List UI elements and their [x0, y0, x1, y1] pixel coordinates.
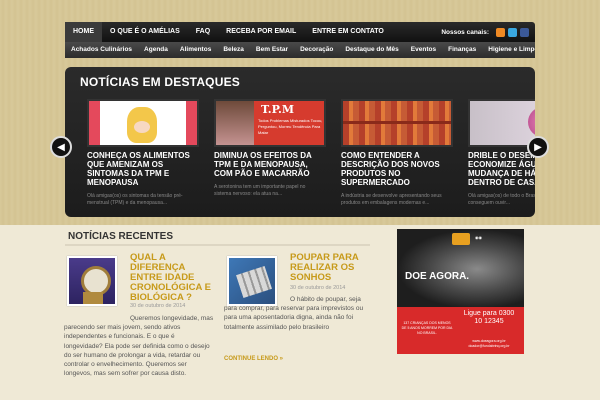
nav-entre-em-contato[interactable]: ENTRE EM CONTATO [304, 22, 392, 42]
facebook-icon[interactable] [520, 27, 529, 37]
post-date: 30 de outubro de 2014 [290, 285, 346, 291]
slide-title[interactable]: COMO ENTENDER A DESCRIÇÃO DOS NOVOS PROD… [341, 151, 453, 187]
slide-title[interactable]: CONHEÇA OS ALIMENTOS QUE AMENIZAM OS SIN… [87, 151, 199, 187]
category-eventos[interactable]: Eventos [405, 42, 442, 58]
featured-title: NOTÍCIAS EM DESTAQUES [80, 75, 240, 89]
category-bem-estar[interactable]: Bem Estar [250, 42, 294, 58]
slide-excerpt: Olá amigas(os) de todo o Brasil, não con… [468, 193, 535, 206]
post-excerpt: O hábito de poupar, seja para comprar, p… [224, 296, 364, 331]
nav-o-que-e-o-amelias[interactable]: O QUE É O AMÉLIAS [102, 22, 188, 42]
section-divider [65, 244, 370, 246]
sidebar-ad-banner[interactable]: ◉◉ DOE AGORA. Ligue para 0300 10 12345 1… [397, 229, 524, 354]
slide-thumbnail[interactable] [87, 99, 199, 147]
tpm-lines: Todos Problemas Misturados Tocou, Pergun… [258, 118, 323, 135]
category-beleza[interactable]: Beleza [217, 42, 250, 58]
slide-excerpt: A serotonina tem um importante papel no … [214, 184, 306, 197]
slide-thumbnail[interactable] [468, 99, 535, 147]
social-label: Nossos canais: [441, 28, 489, 36]
category-alimentos[interactable]: Alimentos [174, 42, 217, 58]
tpm-heading: T.P.M [261, 103, 295, 116]
arrow-left-icon: ◀ [57, 141, 65, 153]
ad-small-text: 137 CRIANÇAS DOS MENOS DE 5 ANOS MORREM … [401, 321, 453, 335]
fundacao-abrinq-logo [452, 233, 470, 245]
post-title[interactable]: POUPAR PARA REALIZAR OS SONHOS [290, 253, 362, 283]
category-agenda[interactable]: Agenda [138, 42, 174, 58]
featured-slides: CONHEÇA OS ALIMENTOS QUE AMENIZAM OS SIN… [87, 99, 535, 211]
category-achados-culinarios[interactable]: Achados Culinários [65, 42, 138, 58]
featured-slide[interactable]: T.P.M Todos Problemas Misturados Tocou, … [214, 99, 332, 211]
rss-icon[interactable] [496, 27, 505, 37]
cartoon-face-image [127, 107, 157, 143]
category-nav: Achados Culinários Agenda Alimentos Bele… [65, 42, 535, 58]
featured-slide[interactable]: CONHEÇA OS ALIMENTOS QUE AMENIZAM OS SIN… [87, 99, 205, 211]
post-thumbnail-clock[interactable] [67, 256, 117, 306]
arrow-right-icon: ▶ [534, 141, 542, 153]
ad-call-to-action: Ligue para 0300 10 12345 [463, 310, 515, 325]
slide-title[interactable]: DIMINUA OS EFEITOS DA TPM E DA MENOPAUSA… [214, 151, 326, 178]
slide-thumbnail[interactable] [341, 99, 453, 147]
post-date: 30 de outubro de 2014 [130, 303, 186, 309]
slide-title[interactable]: DRIBLE O DESEMPREGO ECONOMIZE ÁGUA: MUDA… [468, 151, 535, 187]
ad-website: www.doeagora.org.br doador@fundabrinq.or… [468, 339, 510, 348]
nav-faq[interactable]: FAQ [188, 22, 218, 42]
featured-slide[interactable]: COMO ENTENDER A DESCRIÇÃO DOS NOVOS PROD… [341, 99, 459, 211]
featured-slide[interactable]: DRIBLE O DESEMPREGO ECONOMIZE ÁGUA: MUDA… [468, 99, 535, 211]
post-excerpt: Queremos longevidade, mas parecendo ser … [64, 315, 214, 378]
slide-excerpt: Olá amigas(os) os sintomas da tensão pré… [87, 193, 183, 206]
recent-news-title: NOTÍCIAS RECENTES [68, 231, 174, 242]
ad-headline: DOE AGORA. [405, 271, 470, 282]
flower-image [528, 107, 535, 137]
twitter-icon[interactable] [508, 27, 517, 37]
category-decoracao[interactable]: Decoração [294, 42, 339, 58]
slider-prev-button[interactable]: ◀ [50, 136, 72, 158]
nav-receba-por-email[interactable]: RECEBA POR EMAIL [218, 22, 304, 42]
social-links: Nossos canais: [441, 27, 535, 37]
continue-reading-link[interactable]: CONTINUE LENDO » [224, 356, 283, 362]
post-title[interactable]: QUAL A DIFERENÇA ENTRE IDADE CRONOLÓGICA… [130, 253, 212, 303]
slide-excerpt: A indústria se desenvolve apresentando s… [341, 193, 442, 206]
category-financas[interactable]: Finanças [442, 42, 482, 58]
slider-next-button[interactable]: ▶ [527, 136, 549, 158]
woman-photo [216, 101, 254, 145]
category-higiene-e-limpeza[interactable]: Higiene e Limpeza [482, 42, 535, 58]
save-the-children-logo: ◉◉ [475, 235, 482, 240]
featured-slider: NOTÍCIAS EM DESTAQUES CONHEÇA OS ALIMENT… [65, 67, 535, 217]
main-nav: HOME O QUE É O AMÉLIAS FAQ RECEBA POR EM… [65, 22, 535, 42]
slide-thumbnail[interactable]: T.P.M Todos Problemas Misturados Tocou, … [214, 99, 326, 147]
category-destaque-do-mes[interactable]: Destaque do Mês [339, 42, 404, 58]
nav-home[interactable]: HOME [65, 22, 102, 42]
